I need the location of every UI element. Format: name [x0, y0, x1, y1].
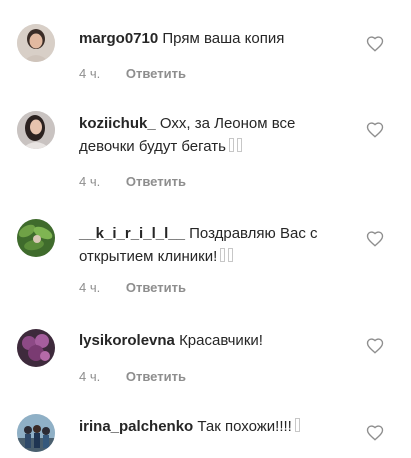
- avatar[interactable]: [17, 24, 55, 62]
- reply-button[interactable]: Ответить: [126, 174, 186, 189]
- woman-portrait-avatar: [17, 24, 55, 62]
- heart-icon[interactable]: [366, 121, 384, 139]
- emoji-placeholder: [229, 138, 234, 152]
- comment-time: 4 ч.: [79, 174, 101, 189]
- comment-username[interactable]: __k_i_r_i_l_l__: [79, 225, 185, 242]
- heart-icon[interactable]: [366, 424, 384, 442]
- avatar[interactable]: [17, 414, 55, 452]
- heart-icon[interactable]: [366, 230, 384, 248]
- comment-username[interactable]: irina_palchenko: [79, 418, 193, 435]
- avatar[interactable]: [17, 219, 55, 257]
- comment-time: 4 ч.: [79, 369, 101, 384]
- reply-button[interactable]: Ответить: [126, 66, 186, 81]
- comment-meta: 4 ч. Ответить: [79, 66, 186, 81]
- woman-portrait-avatar: [17, 111, 55, 149]
- reply-button[interactable]: Ответить: [126, 280, 186, 295]
- comment-username[interactable]: margo0710: [79, 30, 158, 47]
- heart-icon[interactable]: [366, 35, 384, 53]
- emoji-placeholder: [237, 138, 242, 152]
- avatar[interactable]: [17, 329, 55, 367]
- emoji-placeholder: [228, 248, 234, 262]
- comment-body: __k_i_r_i_l_l__ Поздравляю Вас с открыти…: [79, 222, 349, 268]
- plant-avatar: [17, 219, 55, 257]
- comment-text: Красавчики!: [179, 332, 263, 349]
- reply-button[interactable]: Ответить: [126, 369, 186, 384]
- comment-meta: 4 ч. Ответить: [79, 369, 186, 384]
- comment-meta: 4 ч. Ответить: [79, 174, 186, 189]
- comment-meta: 4 ч. Ответить: [79, 280, 186, 295]
- comment-username[interactable]: lysikorolevna: [79, 332, 175, 349]
- emoji-placeholder: [294, 418, 300, 432]
- comment-username[interactable]: koziichuk_: [79, 115, 156, 132]
- comment-body: margo0710 Прям ваша копия: [79, 27, 349, 50]
- emoji-placeholder: [220, 248, 226, 262]
- comment-time: 4 ч.: [79, 66, 101, 81]
- comment-body: lysikorolevna Красавчики!: [79, 329, 349, 352]
- avatar[interactable]: [17, 111, 55, 149]
- comment-text: Так похожи!!!!: [197, 418, 292, 435]
- comment-body: irina_palchenko Так похожи!!!!: [79, 415, 349, 438]
- heart-icon[interactable]: [366, 337, 384, 355]
- comment-text: Прям ваша копия: [162, 30, 285, 47]
- group-photo-avatar: [17, 414, 55, 452]
- flowers-avatar: [17, 329, 55, 367]
- comment-body: koziichuk_ Охх, за Леоном все девочки бу…: [79, 112, 349, 158]
- comment-time: 4 ч.: [79, 280, 101, 295]
